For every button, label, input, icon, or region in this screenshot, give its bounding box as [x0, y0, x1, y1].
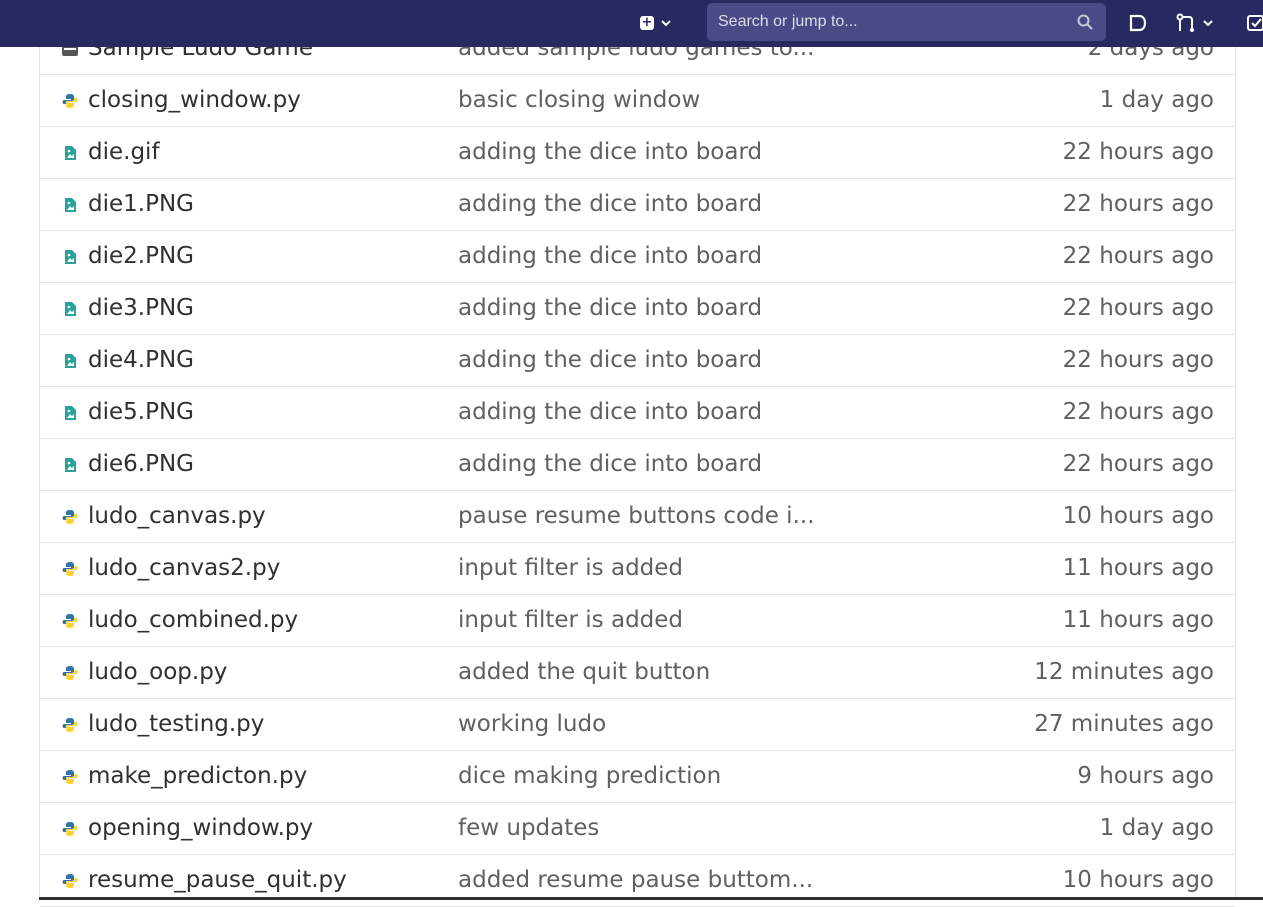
image-file-icon [65, 406, 76, 420]
commit-message[interactable]: adding the dice into board [458, 179, 762, 230]
commit-message[interactable]: pause resume buttons code i... [458, 491, 815, 542]
python-file-icon [62, 614, 78, 628]
commit-time: 1 day ago [1099, 87, 1214, 113]
commit-time: 22 hours ago [1062, 399, 1214, 425]
image-file-icon [65, 458, 76, 472]
file-row[interactable]: die4.PNG adding the dice into board 22 h… [40, 335, 1235, 387]
file-row[interactable]: die3.PNG adding the dice into board 22 h… [40, 283, 1235, 335]
file-row[interactable]: ludo_combined.py input filter is added 1… [40, 595, 1235, 647]
commit-time: 27 minutes ago [1034, 711, 1214, 737]
file-row[interactable]: die5.PNG adding the dice into board 22 h… [40, 387, 1235, 439]
commit-message[interactable]: adding the dice into board [458, 439, 762, 490]
merge-requests-button[interactable] [1176, 8, 1220, 38]
commit-message[interactable]: working ludo [458, 699, 606, 750]
file-row[interactable]: ludo_canvas2.py input filter is added 11… [40, 543, 1235, 595]
python-file-icon [62, 666, 78, 680]
file-name[interactable]: die3.PNG [88, 283, 194, 334]
commit-message[interactable]: dice making prediction [458, 751, 721, 802]
file-row[interactable]: die1.PNG adding the dice into board 22 h… [40, 179, 1235, 231]
file-name[interactable]: ludo_oop.py [88, 647, 227, 698]
python-file-icon [62, 562, 78, 576]
file-row[interactable]: ludo_canvas.py pause resume buttons code… [40, 491, 1235, 543]
file-name[interactable]: die4.PNG [88, 335, 194, 386]
commit-time: 12 minutes ago [1034, 659, 1214, 685]
commit-time: 22 hours ago [1062, 451, 1214, 477]
chevron-down-icon [661, 19, 671, 26]
image-file-icon [65, 354, 76, 368]
commit-time: 22 hours ago [1062, 191, 1214, 217]
commit-time: 22 hours ago [1062, 243, 1214, 269]
plus-square-icon: + [640, 15, 654, 30]
python-file-icon [62, 874, 78, 888]
search-input[interactable]: Search or jump to... [707, 3, 1106, 41]
file-name[interactable]: die1.PNG [88, 179, 194, 230]
image-file-icon [65, 250, 76, 264]
file-table: Sample Ludo Game added sample ludo games… [39, 23, 1236, 907]
file-row[interactable]: ludo_oop.py added the quit button 12 min… [40, 647, 1235, 699]
file-name[interactable]: die6.PNG [88, 439, 194, 490]
file-name[interactable]: closing_window.py [88, 75, 301, 126]
search-placeholder: Search or jump to... [718, 13, 858, 30]
commit-time: 22 hours ago [1062, 295, 1214, 321]
file-name[interactable]: ludo_canvas.py [88, 491, 266, 542]
python-file-icon [62, 94, 78, 108]
todo-icon [1247, 15, 1263, 31]
image-file-icon [65, 146, 76, 160]
file-row[interactable]: closing_window.py basic closing window 1… [40, 75, 1235, 127]
merge-request-icon [1176, 13, 1194, 32]
image-file-icon [65, 198, 76, 212]
file-name[interactable]: ludo_testing.py [88, 699, 264, 750]
file-row[interactable]: die2.PNG adding the dice into board 22 h… [40, 231, 1235, 283]
commit-message[interactable]: basic closing window [458, 75, 700, 126]
python-file-icon [62, 718, 78, 732]
file-row[interactable]: die.gif adding the dice into board 22 ho… [40, 127, 1235, 179]
commit-message[interactable]: few updates [458, 803, 599, 854]
commit-message[interactable]: adding the dice into board [458, 231, 762, 282]
issues-icon [1129, 14, 1147, 32]
python-file-icon [62, 770, 78, 784]
file-name[interactable]: die5.PNG [88, 387, 194, 438]
file-name[interactable]: opening_window.py [88, 803, 313, 854]
new-menu-button[interactable]: + [640, 8, 682, 38]
chevron-down-icon [1203, 19, 1213, 26]
commit-message[interactable]: input filter is added [458, 595, 683, 646]
commit-time: 10 hours ago [1062, 503, 1214, 529]
commit-message[interactable]: input filter is added [458, 543, 683, 594]
image-file-icon [65, 302, 76, 316]
file-row[interactable]: opening_window.py few updates 1 day ago [40, 803, 1235, 855]
todos-button[interactable] [1247, 8, 1263, 38]
file-name[interactable]: ludo_canvas2.py [88, 543, 280, 594]
python-file-icon [62, 822, 78, 836]
commit-time: 1 day ago [1099, 815, 1214, 841]
commit-time: 9 hours ago [1077, 763, 1214, 789]
top-navbar: + Search or jump to... [0, 0, 1263, 47]
commit-message[interactable]: adding the dice into board [458, 335, 762, 386]
python-file-icon [62, 510, 78, 524]
commit-time: 22 hours ago [1062, 139, 1214, 165]
file-name[interactable]: die.gif [88, 127, 160, 178]
file-row[interactable]: die6.PNG adding the dice into board 22 h… [40, 439, 1235, 491]
commit-message[interactable]: adding the dice into board [458, 283, 762, 334]
file-name[interactable]: ludo_combined.py [88, 595, 298, 646]
commit-message[interactable]: adding the dice into board [458, 127, 762, 178]
commit-time: 22 hours ago [1062, 347, 1214, 373]
file-row[interactable]: ludo_testing.py working ludo 27 minutes … [40, 699, 1235, 751]
commit-time: 11 hours ago [1062, 555, 1214, 581]
issues-button[interactable] [1128, 8, 1150, 38]
commit-message[interactable]: added the quit button [458, 647, 710, 698]
file-name[interactable]: make_predicton.py [88, 751, 307, 802]
file-name[interactable]: die2.PNG [88, 231, 194, 282]
file-row[interactable]: make_predicton.py dice making prediction… [40, 751, 1235, 803]
commit-time: 11 hours ago [1062, 607, 1214, 633]
commit-message[interactable]: adding the dice into board [458, 387, 762, 438]
search-icon [1077, 14, 1093, 30]
